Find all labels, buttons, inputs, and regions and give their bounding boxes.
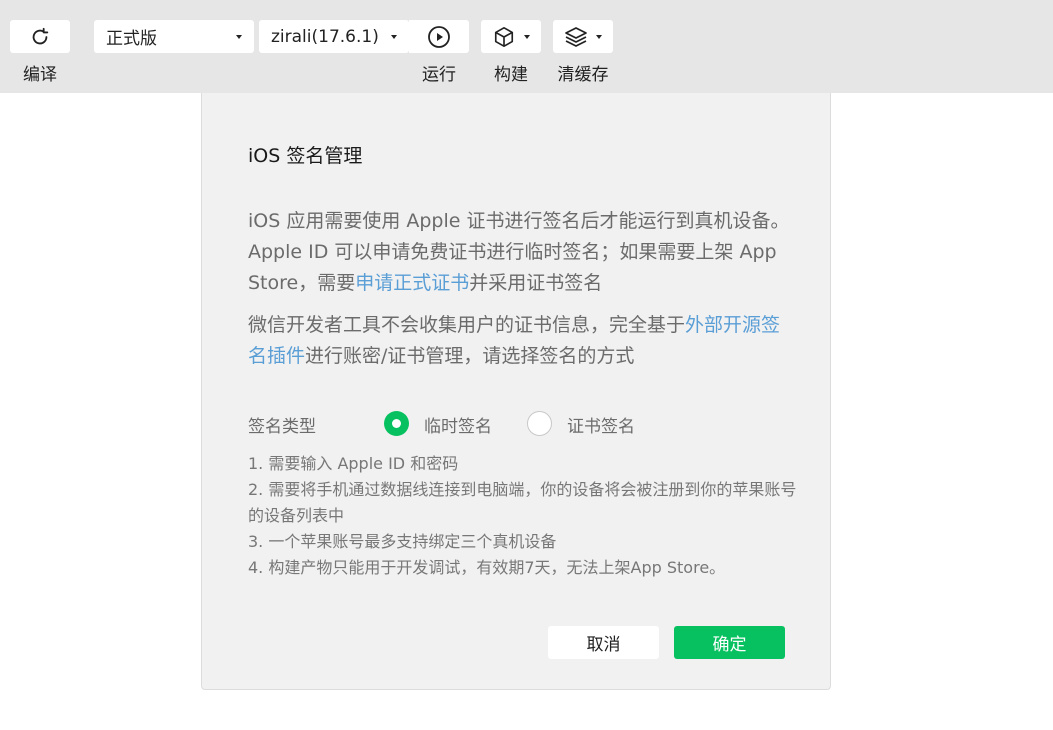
caret-down-icon [596,34,602,39]
mode-select-value: 正式版 [106,29,157,49]
radio-temporary-signature-label[interactable]: 临时签名 [424,412,492,437]
radio-certificate-signature-label[interactable]: 证书签名 [567,412,635,437]
caret-down-icon [391,34,397,39]
run-button[interactable] [409,20,469,53]
build-label: 构建 [494,65,528,85]
mode-select[interactable]: 正式版 [94,20,254,53]
build-button[interactable] [481,20,541,53]
caret-down-icon [236,34,242,39]
dialog-title: iOS 签名管理 [248,145,363,167]
toolbar: 编译 正式版 zirali(17.6.1) 运行 构建 清缓存 [0,0,1053,93]
refresh-icon [29,26,51,48]
device-select-value: zirali(17.6.1) [271,26,379,47]
note-item: 3. 一个苹果账号最多支持绑定三个真机设备 [248,532,557,551]
device-select[interactable]: zirali(17.6.1) [259,20,409,53]
confirm-button[interactable]: 确定 [674,626,785,659]
note-item: 2. 需要将手机通过数据线连接到电脑端，你的设备将会被注册到你的苹果账号的设备列… [248,480,797,525]
layers-icon [564,26,588,48]
note-item: 1. 需要输入 Apple ID 和密码 [248,454,459,473]
description-paragraph: iOS 应用需要使用 Apple 证书进行签名后才能运行到真机设备。Apple … [248,206,793,299]
radio-certificate-signature[interactable] [527,411,552,436]
signature-type-label: 签名类型 [248,417,316,437]
clear-cache-label: 清缓存 [557,65,609,85]
run-label: 运行 [422,65,456,85]
cube-icon [493,26,515,48]
privacy-text-end: 进行账密/证书管理，请选择签名的方式 [305,345,635,367]
privacy-text: 微信开发者工具不会收集用户的证书信息，完全基于 [248,314,686,336]
cancel-button[interactable]: 取消 [548,626,659,659]
compile-button[interactable] [10,20,70,53]
note-item: 4. 构建产物只能用于开发调试，有效期7天，无法上架App Store。 [248,558,726,577]
privacy-paragraph: 微信开发者工具不会收集用户的证书信息，完全基于外部开源签名插件进行账密/证书管理… [248,310,793,372]
ios-signature-dialog: iOS 签名管理 iOS 应用需要使用 Apple 证书进行签名后才能运行到真机… [201,93,831,690]
caret-down-icon [524,34,530,39]
compile-label: 编译 [23,65,57,85]
clear-cache-button[interactable] [553,20,613,53]
description-text-end: 并采用证书签名 [469,272,603,294]
apply-certificate-link[interactable]: 申请正式证书 [355,272,469,294]
play-icon [427,25,451,49]
radio-temporary-signature[interactable] [384,411,409,436]
notes-list: 1. 需要输入 Apple ID 和密码 2. 需要将手机通过数据线连接到电脑端… [248,451,798,581]
